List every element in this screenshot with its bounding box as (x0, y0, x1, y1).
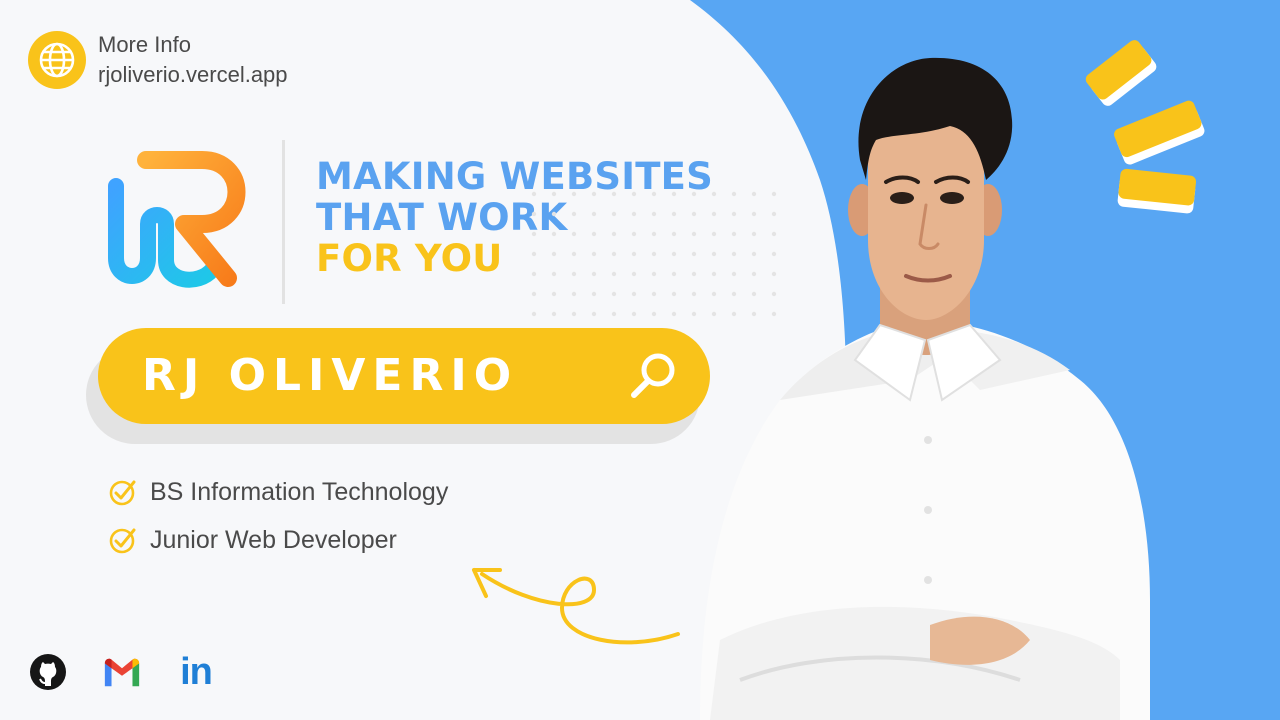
qualification-label: Junior Web Developer (150, 525, 397, 554)
more-info-label: More Info (98, 32, 191, 57)
github-icon[interactable] (28, 652, 68, 692)
curly-arrow (472, 568, 680, 645)
globe-icon (28, 31, 86, 89)
list-item: BS Information Technology (108, 468, 448, 516)
gmail-icon[interactable] (102, 652, 142, 692)
linkedin-icon[interactable]: in (176, 650, 216, 693)
person-photo (700, 57, 1150, 720)
search-icon[interactable] (626, 348, 682, 404)
more-info-block[interactable]: More Info rjoliverio.vercel.app (28, 30, 288, 90)
check-icon (109, 528, 136, 554)
list-item: Junior Web Developer (108, 516, 448, 564)
qualification-label: BS Information Technology (150, 477, 449, 506)
website-url-link[interactable]: rjoliverio.vercel.app (98, 60, 288, 90)
vertical-divider (282, 140, 285, 304)
qualification-list: BS Information Technology Junior Web Dev… (108, 468, 448, 564)
social-links: in (28, 650, 250, 693)
linkedin-text: in (180, 650, 213, 693)
search-bar-name: RJ OLIVERIO (142, 350, 519, 401)
check-icon (109, 480, 136, 506)
rj-logo (108, 151, 246, 288)
